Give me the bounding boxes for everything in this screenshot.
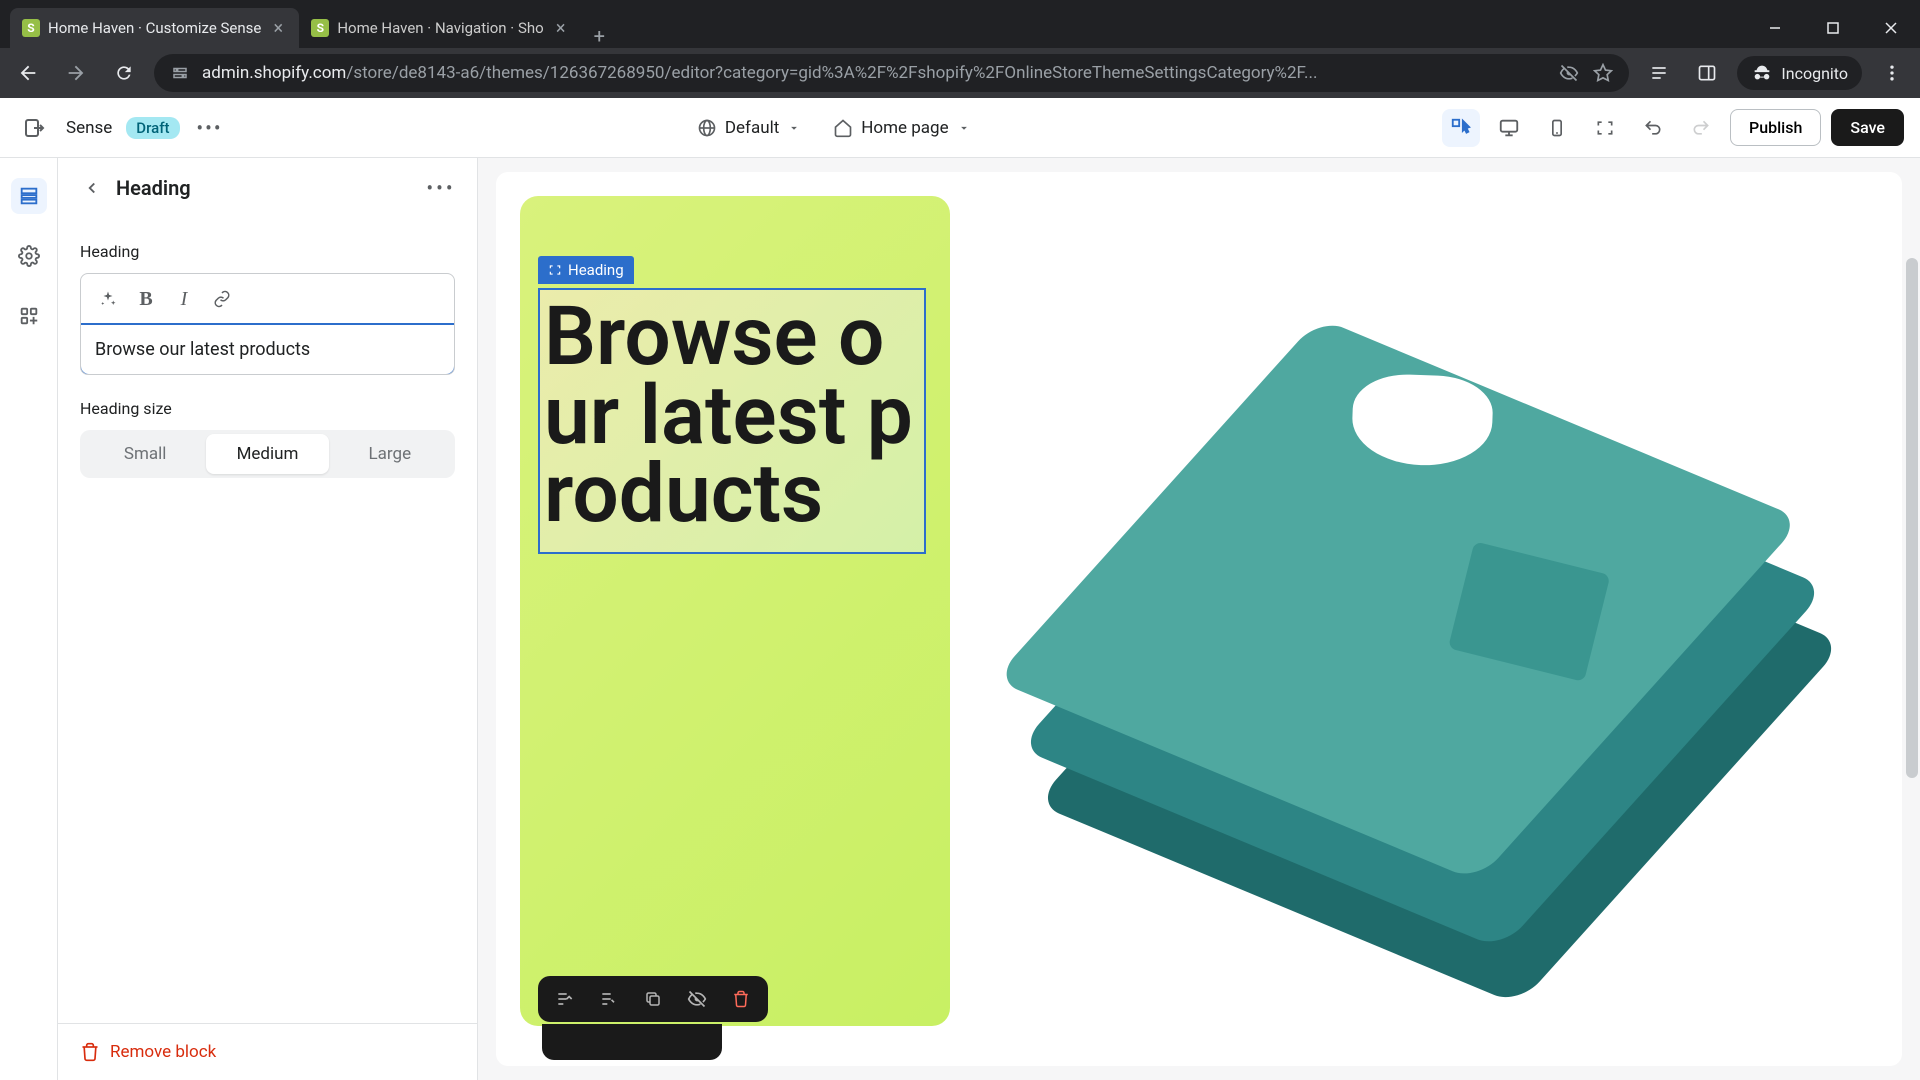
size-large-button[interactable]: Large xyxy=(329,434,451,474)
heading-text-input[interactable] xyxy=(81,325,454,374)
canvas-scrollbar[interactable] xyxy=(1906,258,1918,778)
tab-title: Home Haven · Navigation · Sho xyxy=(337,19,543,37)
incognito-badge[interactable]: Incognito xyxy=(1737,56,1862,90)
reader-icon[interactable] xyxy=(1641,55,1677,91)
url-input[interactable]: admin.shopify.com/store/de8143-a6/themes… xyxy=(154,54,1629,92)
fullscreen-view-icon[interactable] xyxy=(1586,109,1624,147)
close-tab-icon[interactable]: × xyxy=(552,19,570,37)
shopify-favicon-icon: S xyxy=(311,19,329,37)
maximize-window-icon[interactable] xyxy=(1804,8,1862,48)
theme-editor-topbar: Sense Draft ••• Default Home page xyxy=(0,98,1920,158)
globe-icon xyxy=(697,118,717,138)
star-icon[interactable] xyxy=(1591,61,1615,85)
new-tab-button[interactable]: + xyxy=(582,24,617,48)
heading-size-segmented-control: Small Medium Large xyxy=(80,430,455,478)
ai-sparkle-icon[interactable] xyxy=(91,282,125,316)
browser-menu-icon[interactable] xyxy=(1874,55,1910,91)
browser-tab[interactable]: S Home Haven · Navigation · Sho × xyxy=(299,8,581,48)
page-dropdown[interactable]: Home page xyxy=(833,118,970,138)
shopify-favicon-icon: S xyxy=(22,19,40,37)
selection-badge: Heading xyxy=(538,256,634,284)
browser-address-bar: admin.shopify.com/store/de8143-a6/themes… xyxy=(0,48,1920,98)
settings-rail-icon[interactable] xyxy=(11,238,47,274)
duplicate-icon[interactable] xyxy=(640,986,666,1012)
remove-block-label: Remove block xyxy=(110,1042,216,1062)
home-icon xyxy=(833,118,853,138)
template-dropdown[interactable]: Default xyxy=(697,118,801,138)
selection-badge-label: Heading xyxy=(568,261,624,279)
minimize-window-icon[interactable] xyxy=(1746,8,1804,48)
expand-icon xyxy=(548,263,562,277)
save-button[interactable]: Save xyxy=(1831,109,1904,146)
sections-rail-icon[interactable] xyxy=(11,178,47,214)
panel-more-icon[interactable]: ••• xyxy=(425,176,457,200)
incognito-label: Incognito xyxy=(1781,64,1848,83)
publish-button[interactable]: Publish xyxy=(1730,109,1821,146)
floating-toolbar-extension xyxy=(542,1024,722,1060)
forward-icon xyxy=(58,55,94,91)
move-up-icon[interactable] xyxy=(552,986,578,1012)
page-name: Home page xyxy=(861,118,948,138)
close-tab-icon[interactable]: × xyxy=(269,19,287,37)
link-icon[interactable] xyxy=(205,282,239,316)
heading-size-label: Heading size xyxy=(80,399,455,418)
block-settings-panel: Heading ••• Heading B I xyxy=(58,158,478,1080)
back-icon[interactable] xyxy=(78,174,106,202)
italic-icon[interactable]: I xyxy=(167,282,201,316)
back-icon[interactable] xyxy=(10,55,46,91)
tab-title: Home Haven · Customize Sense xyxy=(48,19,261,37)
hero-section[interactable]: Heading Browse our latest products xyxy=(520,196,950,1026)
browser-tab-strip: S Home Haven · Customize Sense × S Home … xyxy=(0,0,1920,48)
selected-heading-element[interactable]: Browse our latest products xyxy=(538,288,926,554)
eye-off-icon[interactable] xyxy=(1557,61,1581,85)
browser-tab-active[interactable]: S Home Haven · Customize Sense × xyxy=(10,8,299,48)
remove-block-button[interactable]: Remove block xyxy=(58,1023,477,1080)
preview-frame: Heading Browse our latest products xyxy=(496,172,1902,1066)
bold-icon[interactable]: B xyxy=(129,282,163,316)
theme-name: Sense xyxy=(66,118,112,138)
exit-editor-icon[interactable] xyxy=(16,110,52,146)
size-small-button[interactable]: Small xyxy=(84,434,206,474)
panel-title: Heading xyxy=(116,176,415,200)
tshirt-stack-illustration xyxy=(997,224,1831,1014)
draft-badge: Draft xyxy=(126,117,179,139)
desktop-view-icon[interactable] xyxy=(1490,109,1528,147)
delete-icon[interactable] xyxy=(728,986,754,1012)
heading-field-label: Heading xyxy=(80,242,455,261)
hide-icon[interactable] xyxy=(684,986,710,1012)
editor-rail xyxy=(0,158,58,1080)
url-text: admin.shopify.com/store/de8143-a6/themes… xyxy=(202,63,1547,83)
chevron-down-icon xyxy=(957,121,971,135)
close-window-icon[interactable] xyxy=(1862,8,1920,48)
size-medium-button[interactable]: Medium xyxy=(206,434,328,474)
inspector-icon[interactable] xyxy=(1442,109,1480,147)
preview-canvas[interactable]: Heading Browse our latest products xyxy=(478,158,1920,1080)
side-panel-icon[interactable] xyxy=(1689,55,1725,91)
chevron-down-icon xyxy=(787,121,801,135)
redo-icon xyxy=(1682,109,1720,147)
rich-text-editor: B I xyxy=(80,273,455,375)
move-down-icon[interactable] xyxy=(596,986,622,1012)
site-settings-icon[interactable] xyxy=(168,61,192,85)
product-image-area xyxy=(950,196,1878,1042)
reload-icon[interactable] xyxy=(106,55,142,91)
template-name: Default xyxy=(725,118,779,138)
apps-rail-icon[interactable] xyxy=(11,298,47,334)
more-menu-icon[interactable]: ••• xyxy=(194,112,226,144)
block-floating-toolbar xyxy=(538,976,768,1022)
mobile-view-icon[interactable] xyxy=(1538,109,1576,147)
undo-icon[interactable] xyxy=(1634,109,1672,147)
trash-icon xyxy=(80,1042,100,1062)
